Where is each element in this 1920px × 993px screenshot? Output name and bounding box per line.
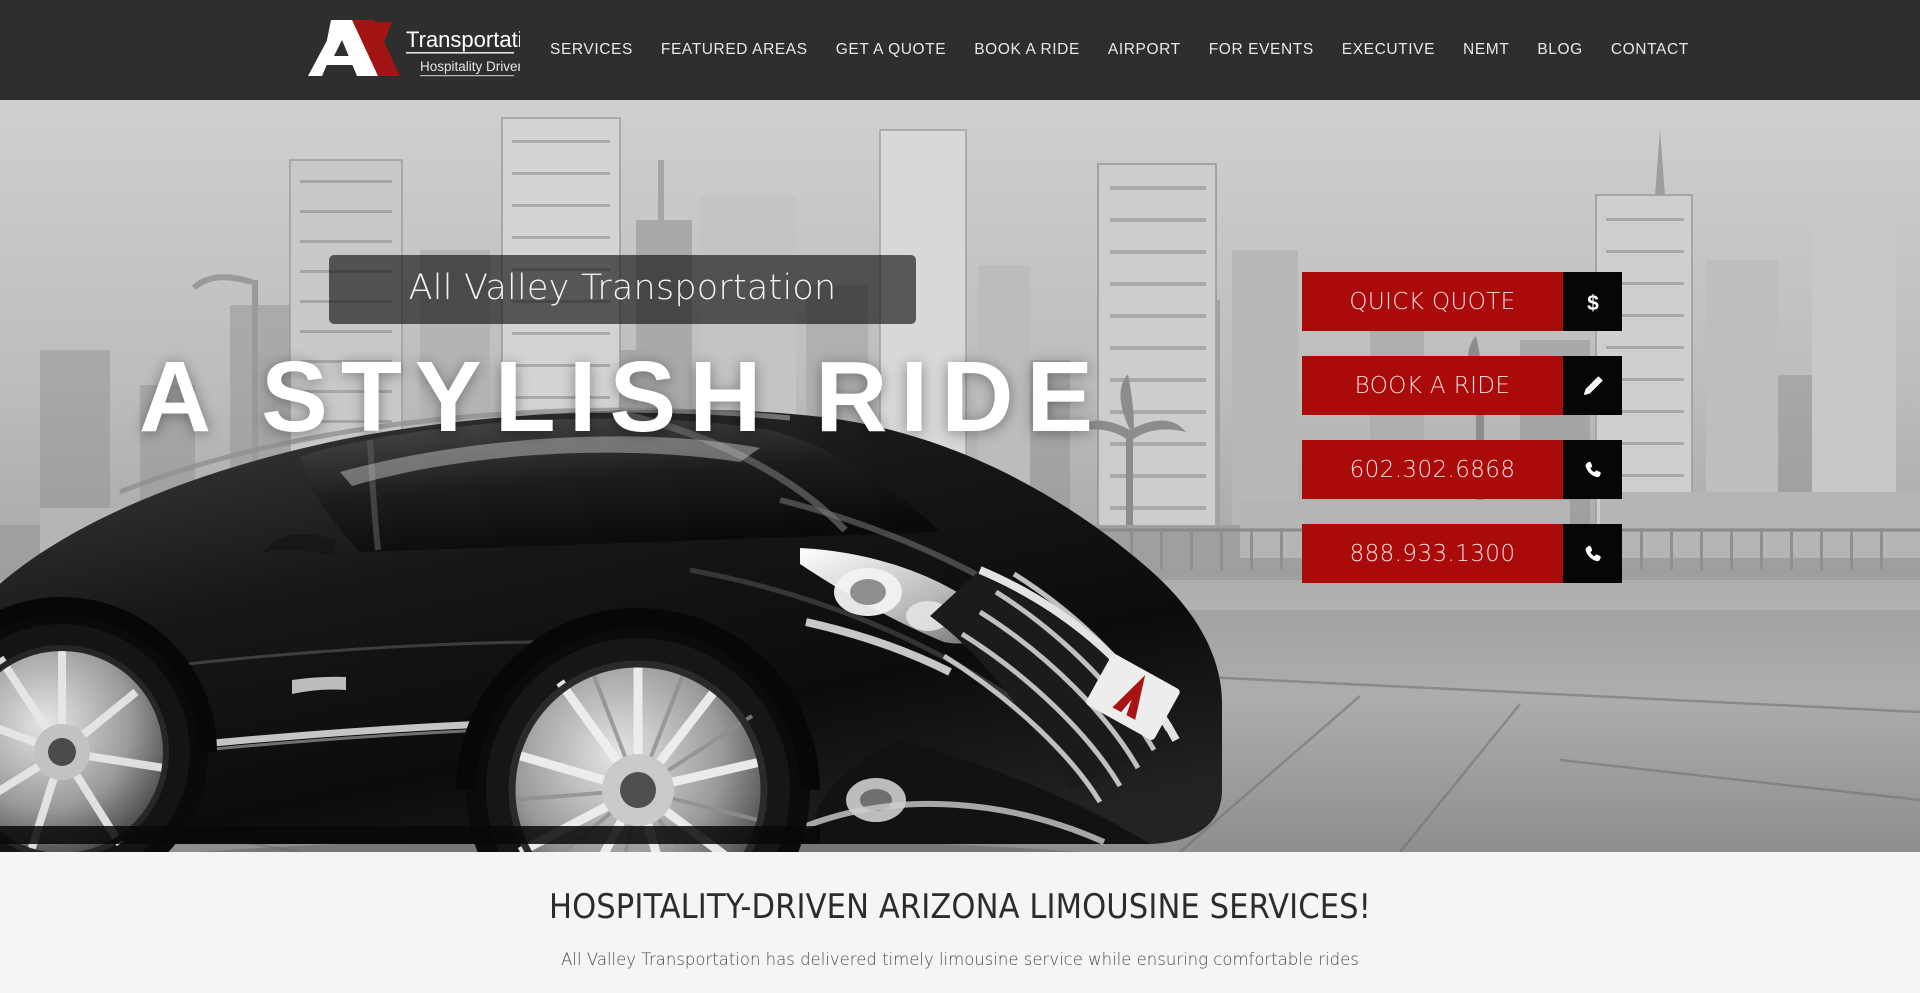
logo-mark-icon: Transportation Hospitality Driven [308,20,547,77]
hero-headline: A STYLISH RIDE [138,341,1107,453]
nav-item-book-a-ride[interactable]: BOOK A RIDE [960,0,1094,100]
svg-text:Transportation: Transportation [406,27,520,52]
site-header: Transportation Hospitality Driven SERVIC… [0,0,1920,100]
dollar-icon: $ [1563,272,1622,331]
nav-item-blog[interactable]: BLOG [1523,0,1596,100]
nav-item-nemt[interactable]: NEMT [1449,0,1523,100]
hero-background-photo [0,100,1920,852]
cta-quick-quote-label: QUICK QUOTE [1302,272,1563,331]
site-logo[interactable]: Transportation Hospitality Driven [308,16,547,82]
nav-item-get-a-quote[interactable]: GET A QUOTE [822,0,961,100]
primary-navigation[interactable]: SERVICES FEATURED AREAS GET A QUOTE BOOK… [536,0,1703,100]
cta-phone-tollfree-label: 888.933.1300 [1302,524,1563,583]
intro-body: All Valley Transportation has delivered … [561,950,1359,969]
hero-subtitle: All Valley Transportation [408,268,837,308]
svg-text:$: $ [1587,292,1599,315]
nav-item-for-events[interactable]: FOR EVENTS [1195,0,1328,100]
nav-item-services[interactable]: SERVICES [536,0,647,100]
cta-phone-primary[interactable]: 602.302.6868 [1302,440,1622,499]
cta-phone-primary-label: 602.302.6868 [1302,440,1563,499]
pencil-icon [1563,356,1622,415]
nav-item-featured-areas[interactable]: FEATURED AREAS [647,0,822,100]
nav-item-airport[interactable]: AIRPORT [1094,0,1195,100]
phone-icon [1563,524,1622,583]
cta-book-a-ride-label: BOOK A RIDE [1302,356,1563,415]
nav-item-contact[interactable]: CONTACT [1597,0,1703,100]
cta-quick-quote[interactable]: QUICK QUOTE $ [1302,272,1622,331]
hero-text-block: All Valley Transportation A STYLISH RIDE [0,255,1245,455]
nav-item-executive[interactable]: EXECUTIVE [1328,0,1449,100]
cta-phone-tollfree[interactable]: 888.933.1300 [1302,524,1622,583]
hero-cta-stack: QUICK QUOTE $ BOOK A RIDE 602.302.6868 8… [1302,272,1622,583]
hero-section: All Valley Transportation A STYLISH RIDE… [0,100,1920,852]
cta-book-a-ride[interactable]: BOOK A RIDE [1302,356,1622,415]
svg-text:Hospitality Driven: Hospitality Driven [420,59,520,74]
phone-icon [1563,440,1622,499]
hero-subtitle-box: All Valley Transportation [328,255,917,324]
intro-section: HOSPITALITY-DRIVEN ARIZONA LIMOUSINE SER… [0,852,1920,993]
intro-title: HOSPITALITY-DRIVEN ARIZONA LIMOUSINE SER… [549,887,1371,927]
